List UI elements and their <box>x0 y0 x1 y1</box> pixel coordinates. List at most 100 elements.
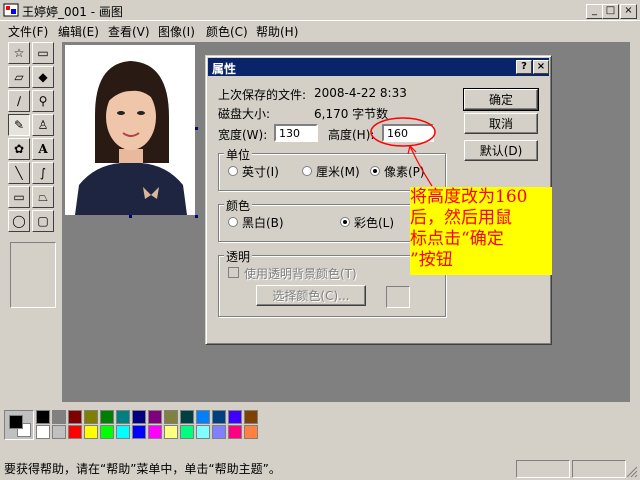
palette-swatch[interactable] <box>212 410 226 424</box>
instruction-annotation: 将高度改为160 后，然后用鼠 标点击“确定 ”按钮 <box>410 187 552 275</box>
tool-options-box[interactable] <box>10 242 56 308</box>
status-pane-size <box>572 460 626 478</box>
ellipse-tool[interactable]: ◯ <box>8 210 30 232</box>
width-label: 宽度(W): <box>218 128 268 142</box>
palette-swatch[interactable] <box>36 425 50 439</box>
use-transparent-label[interactable]: 使用透明背景颜色(T) <box>244 265 357 282</box>
palette-swatch[interactable] <box>148 425 162 439</box>
palette-swatch[interactable] <box>228 425 242 439</box>
palette-swatch[interactable] <box>52 410 66 424</box>
palette-swatch[interactable] <box>100 425 114 439</box>
text-tool[interactable]: A <box>32 138 54 160</box>
airbrush-tool[interactable]: ✿ <box>8 138 30 160</box>
palette-swatch[interactable] <box>36 410 50 424</box>
dialog-help-button[interactable]: ? <box>516 60 532 74</box>
resize-grip-icon[interactable] <box>626 466 638 478</box>
portrait-photo <box>65 45 195 215</box>
palette-swatch[interactable] <box>132 425 146 439</box>
dialog-close-button[interactable]: × <box>533 60 549 74</box>
palette-swatch[interactable] <box>116 425 130 439</box>
palette-swatch[interactable] <box>84 425 98 439</box>
menu-help[interactable]: 帮助(H) <box>256 23 298 40</box>
color-picker-tool[interactable]: ∕ <box>8 90 30 112</box>
palette-swatch[interactable] <box>52 425 66 439</box>
palette-swatch[interactable] <box>100 410 114 424</box>
menu-edit[interactable]: 编辑(E) <box>58 23 99 40</box>
transparent-color-preview <box>386 286 410 308</box>
choose-color-button[interactable]: 选择颜色(C)... <box>256 285 366 306</box>
palette-swatch[interactable] <box>68 425 82 439</box>
palette-swatch[interactable] <box>84 410 98 424</box>
fill-tool[interactable]: ◆ <box>32 66 54 88</box>
minimize-button[interactable]: _ <box>586 4 603 19</box>
status-text: 要获得帮助，请在“帮助”菜单中，单击“帮助主题”。 <box>4 462 281 476</box>
palette-swatch[interactable] <box>244 425 258 439</box>
color-palette <box>4 408 636 446</box>
default-button[interactable]: 默认(D) <box>464 140 538 161</box>
last-saved-value: 2008-4-22 8:33 <box>314 86 407 100</box>
palette-swatch[interactable] <box>228 410 242 424</box>
palette-swatch[interactable] <box>148 410 162 424</box>
palette-swatch[interactable] <box>180 425 194 439</box>
cancel-button[interactable]: 取消 <box>464 113 538 134</box>
menu-bar: 文件(F) 编辑(E) 查看(V) 图像(I) 颜色(C) 帮助(H) <box>0 21 640 40</box>
annotation-line-1: 将高度改为160 <box>410 187 528 207</box>
unit-inch-radio[interactable] <box>228 166 238 176</box>
menu-image[interactable]: 图像(I) <box>158 23 195 40</box>
rounded-rect-tool[interactable]: ▢ <box>32 210 54 232</box>
resize-handle-bottom[interactable] <box>129 215 132 218</box>
polygon-tool[interactable]: ⏢ <box>32 186 54 208</box>
use-transparent-checkbox[interactable] <box>228 267 239 278</box>
palette-swatch[interactable] <box>180 410 194 424</box>
palette-swatch[interactable] <box>164 425 178 439</box>
eraser-tool[interactable]: ▱ <box>8 66 30 88</box>
menu-colors[interactable]: 颜色(C) <box>206 23 248 40</box>
unit-cm-radio[interactable] <box>302 166 312 176</box>
current-colors-box <box>4 410 34 440</box>
rectangle-tool[interactable]: ▭ <box>8 186 30 208</box>
annotation-highlight <box>370 117 436 187</box>
units-group-label: 单位 <box>224 146 253 163</box>
ok-button[interactable]: 确定 <box>463 88 539 111</box>
color-color-radio[interactable] <box>340 217 350 227</box>
annotation-line-2: 后，然后用鼠 <box>410 208 512 228</box>
brush-tool[interactable]: ♙ <box>32 114 54 136</box>
rect-select-tool[interactable]: ▭ <box>32 42 54 64</box>
color-color-label[interactable]: 彩色(L) <box>354 214 394 231</box>
maximize-button[interactable]: □ <box>602 4 619 19</box>
paint-app-icon <box>3 3 19 17</box>
palette-swatch[interactable] <box>68 410 82 424</box>
palette-swatch[interactable] <box>196 425 210 439</box>
transparency-group-label: 透明 <box>224 248 253 265</box>
title-bar: 王婷婷_001 - 画图 _ □ × <box>0 0 640 21</box>
palette-swatch[interactable] <box>116 410 130 424</box>
color-bw-radio[interactable] <box>228 217 238 227</box>
palette-swatch[interactable] <box>212 425 226 439</box>
annotation-line-4: ”按钮 <box>410 250 453 270</box>
color-bw-label[interactable]: 黑白(B) <box>242 214 284 231</box>
curve-tool[interactable]: ∫ <box>32 162 54 184</box>
resize-handle-corner[interactable] <box>195 215 198 218</box>
palette-swatch[interactable] <box>164 410 178 424</box>
status-pane-position <box>516 460 570 478</box>
last-saved-label: 上次保存的文件: <box>218 88 307 102</box>
magnifier-tool[interactable]: ⚲ <box>32 90 54 112</box>
unit-inch-label[interactable]: 英寸(I) <box>242 163 279 180</box>
palette-swatch[interactable] <box>196 410 210 424</box>
palette-swatch[interactable] <box>244 410 258 424</box>
unit-cm-label[interactable]: 厘米(M) <box>316 163 360 180</box>
close-button[interactable]: × <box>620 4 637 19</box>
dialog-title-bar[interactable]: 属性 ? × <box>208 58 549 76</box>
menu-view[interactable]: 查看(V) <box>108 23 150 40</box>
free-select-tool[interactable]: ☆ <box>8 42 30 64</box>
annotation-line-3: 标点击“确定 <box>410 229 504 249</box>
resize-handle-right[interactable] <box>195 127 198 130</box>
status-bar: 要获得帮助，请在“帮助”菜单中，单击“帮助主题”。 <box>0 456 640 480</box>
width-input[interactable] <box>274 124 318 142</box>
menu-file[interactable]: 文件(F) <box>8 23 48 40</box>
line-tool[interactable]: ╲ <box>8 162 30 184</box>
pencil-tool[interactable]: ✎ <box>8 114 30 136</box>
palette-swatch[interactable] <box>132 410 146 424</box>
annotation-pointer-line <box>409 145 433 187</box>
foreground-color-swatch[interactable] <box>9 415 23 429</box>
